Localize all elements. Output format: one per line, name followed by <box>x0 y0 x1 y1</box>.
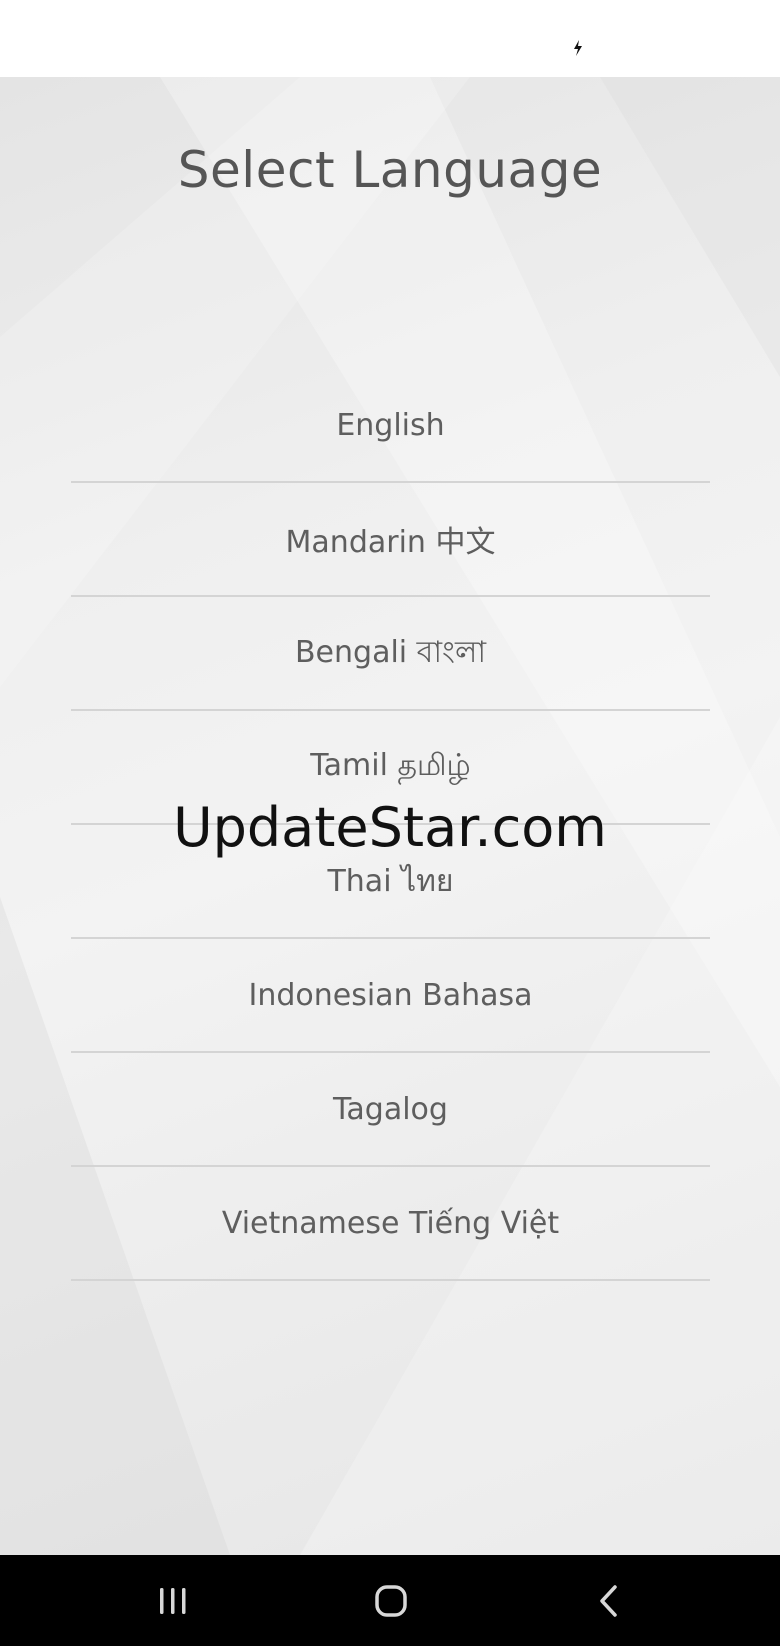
language-option-tagalog[interactable]: Tagalog <box>71 1053 710 1167</box>
back-button[interactable] <box>579 1573 639 1629</box>
language-option-english[interactable]: English <box>71 369 710 483</box>
language-list: English Mandarin 中文 Bengali বাংলা Tamil … <box>71 369 710 1281</box>
language-option-bengali[interactable]: Bengali বাংলা <box>71 597 710 711</box>
language-option-vietnamese[interactable]: Vietnamese Tiếng Việt <box>71 1167 710 1281</box>
back-icon <box>600 1585 617 1617</box>
status-bar <box>0 0 780 77</box>
language-option-mandarin[interactable]: Mandarin 中文 <box>71 483 710 597</box>
charging-icon <box>574 40 582 56</box>
language-option-indonesian[interactable]: Indonesian Bahasa <box>71 939 710 1053</box>
language-screen: Select Language English Mandarin 中文 Beng… <box>0 77 780 1555</box>
language-option-thai[interactable]: Thai ไทย <box>71 825 710 939</box>
navigation-bar <box>0 1555 780 1646</box>
recent-apps-button[interactable] <box>143 1573 203 1629</box>
language-option-tamil[interactable]: Tamil தமிழ் <box>71 711 710 825</box>
home-button[interactable] <box>361 1573 421 1629</box>
home-icon <box>375 1585 407 1617</box>
page-title: Select Language <box>177 141 603 199</box>
recent-apps-icon <box>160 1588 186 1614</box>
